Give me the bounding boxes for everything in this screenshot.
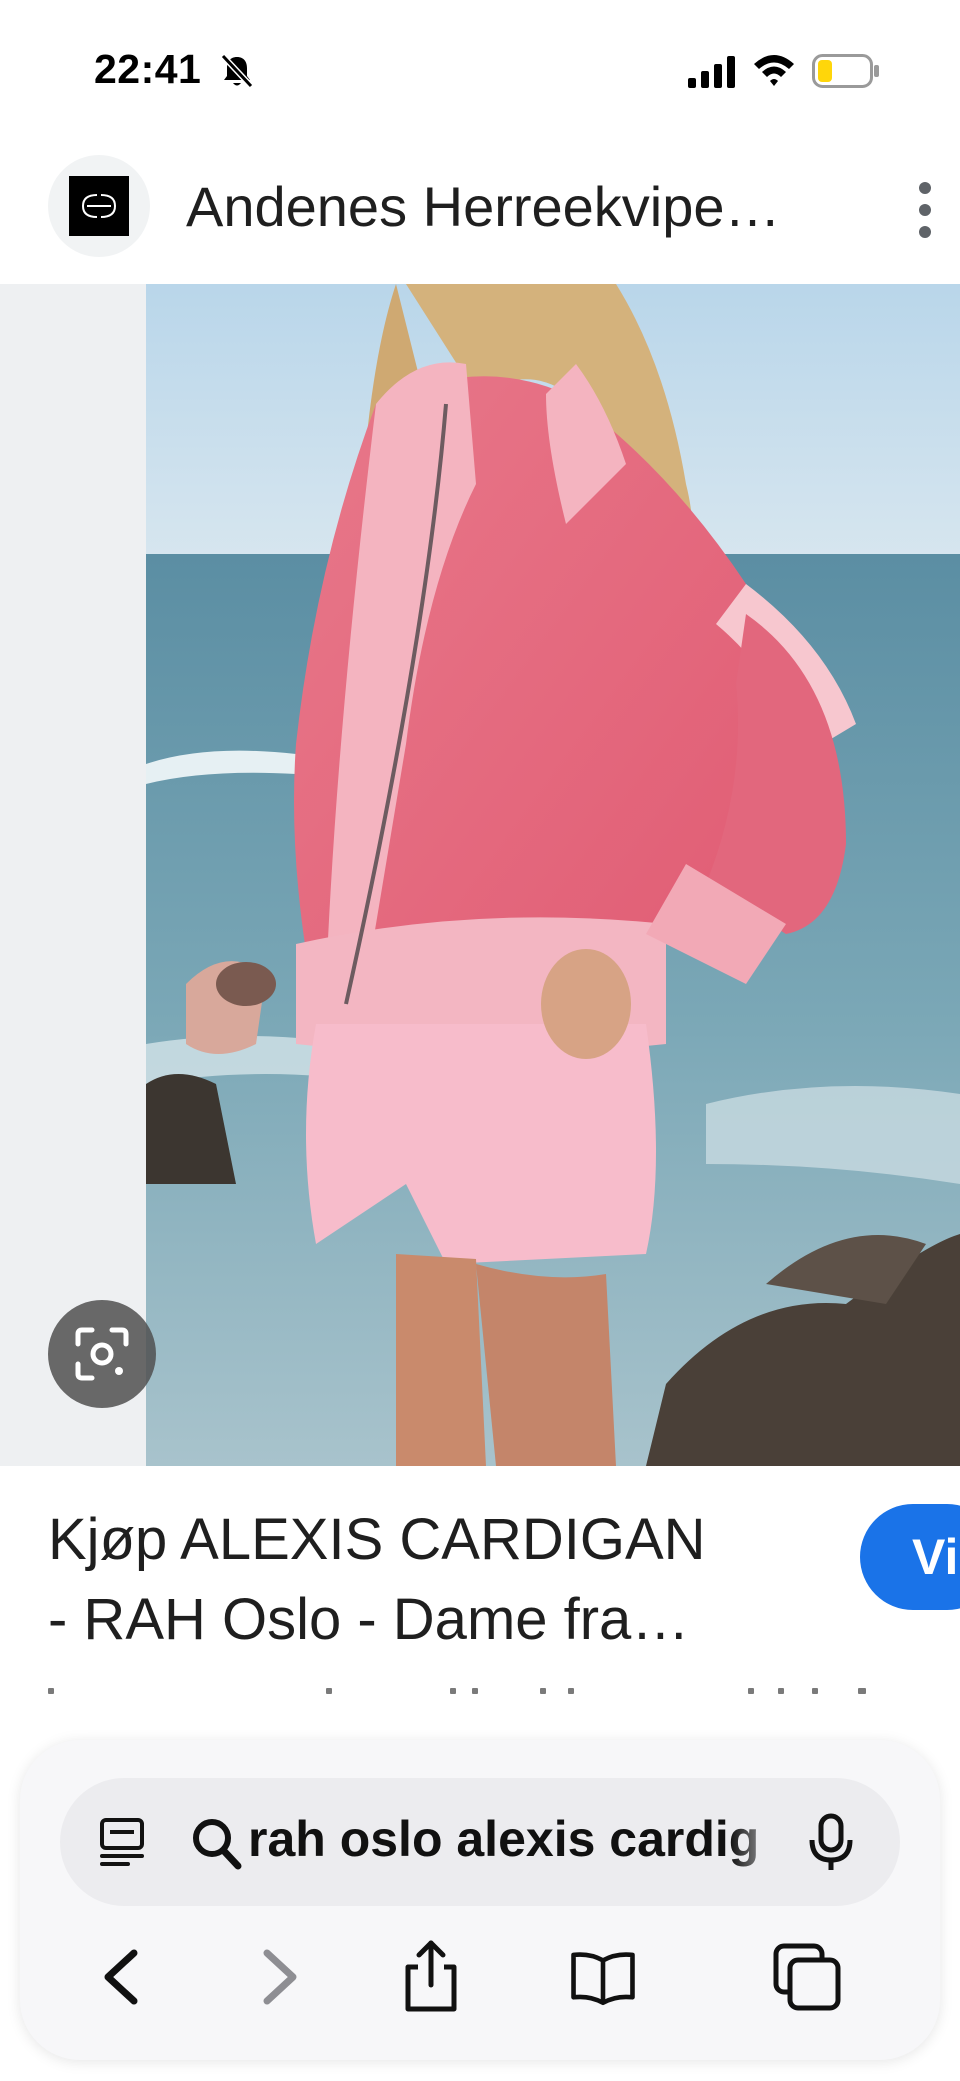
search-icon: [193, 1819, 242, 1870]
battery-icon: [812, 54, 879, 88]
nav-row: [20, 1920, 940, 2030]
signal-icon: [688, 56, 735, 88]
result-caption[interactable]: Kjøp ALEXIS CARDIGAN - RAH Oslo - Dame f…: [48, 1500, 808, 1660]
address-text[interactable]: rah oslo alexis cardig: [248, 1810, 768, 1868]
tabs-button[interactable]: [772, 1942, 842, 2012]
tabs-icon: [773, 1943, 841, 2011]
caption-line-2: - RAH Oslo - Dame fra…: [48, 1587, 690, 1652]
status-time: 22:41: [94, 46, 202, 92]
more-icon[interactable]: [908, 180, 942, 240]
site-title[interactable]: Andenes Herreekvipe…: [186, 174, 781, 239]
back-button[interactable]: [86, 1942, 156, 2012]
forward-icon: [263, 1949, 297, 2005]
browser-toolbar: rah oslo alexis cardig: [20, 1740, 940, 2060]
site-logo[interactable]: [48, 155, 150, 257]
truncated-text-row: [48, 1688, 868, 1696]
mic-icon[interactable]: [806, 1812, 856, 1872]
forward-button[interactable]: [245, 1942, 315, 2012]
lens-icon: [75, 1327, 129, 1381]
site-header: Andenes Herreekvipe…: [0, 150, 960, 284]
share-icon: [405, 1940, 457, 2012]
bookmarks-button[interactable]: [568, 1942, 638, 2012]
bell-muted-icon: [220, 53, 254, 89]
share-button[interactable]: [396, 1940, 466, 2012]
address-fade: [730, 1798, 790, 1888]
image-area: [0, 284, 960, 1466]
lens-button[interactable]: [48, 1300, 156, 1408]
status-bar: 22:41: [0, 0, 960, 140]
visit-button[interactable]: Vi: [860, 1504, 960, 1610]
bookmarks-icon: [571, 1952, 635, 2006]
caption-line-1: Kjøp ALEXIS CARDIGAN: [48, 1507, 706, 1572]
wifi-icon: [754, 55, 794, 86]
tabs-overview-icon[interactable]: [98, 1816, 150, 1868]
logo-mark-icon: [69, 176, 129, 236]
back-icon: [104, 1949, 138, 2005]
product-image[interactable]: [146, 284, 960, 1466]
address-bar[interactable]: rah oslo alexis cardig: [60, 1778, 900, 1906]
